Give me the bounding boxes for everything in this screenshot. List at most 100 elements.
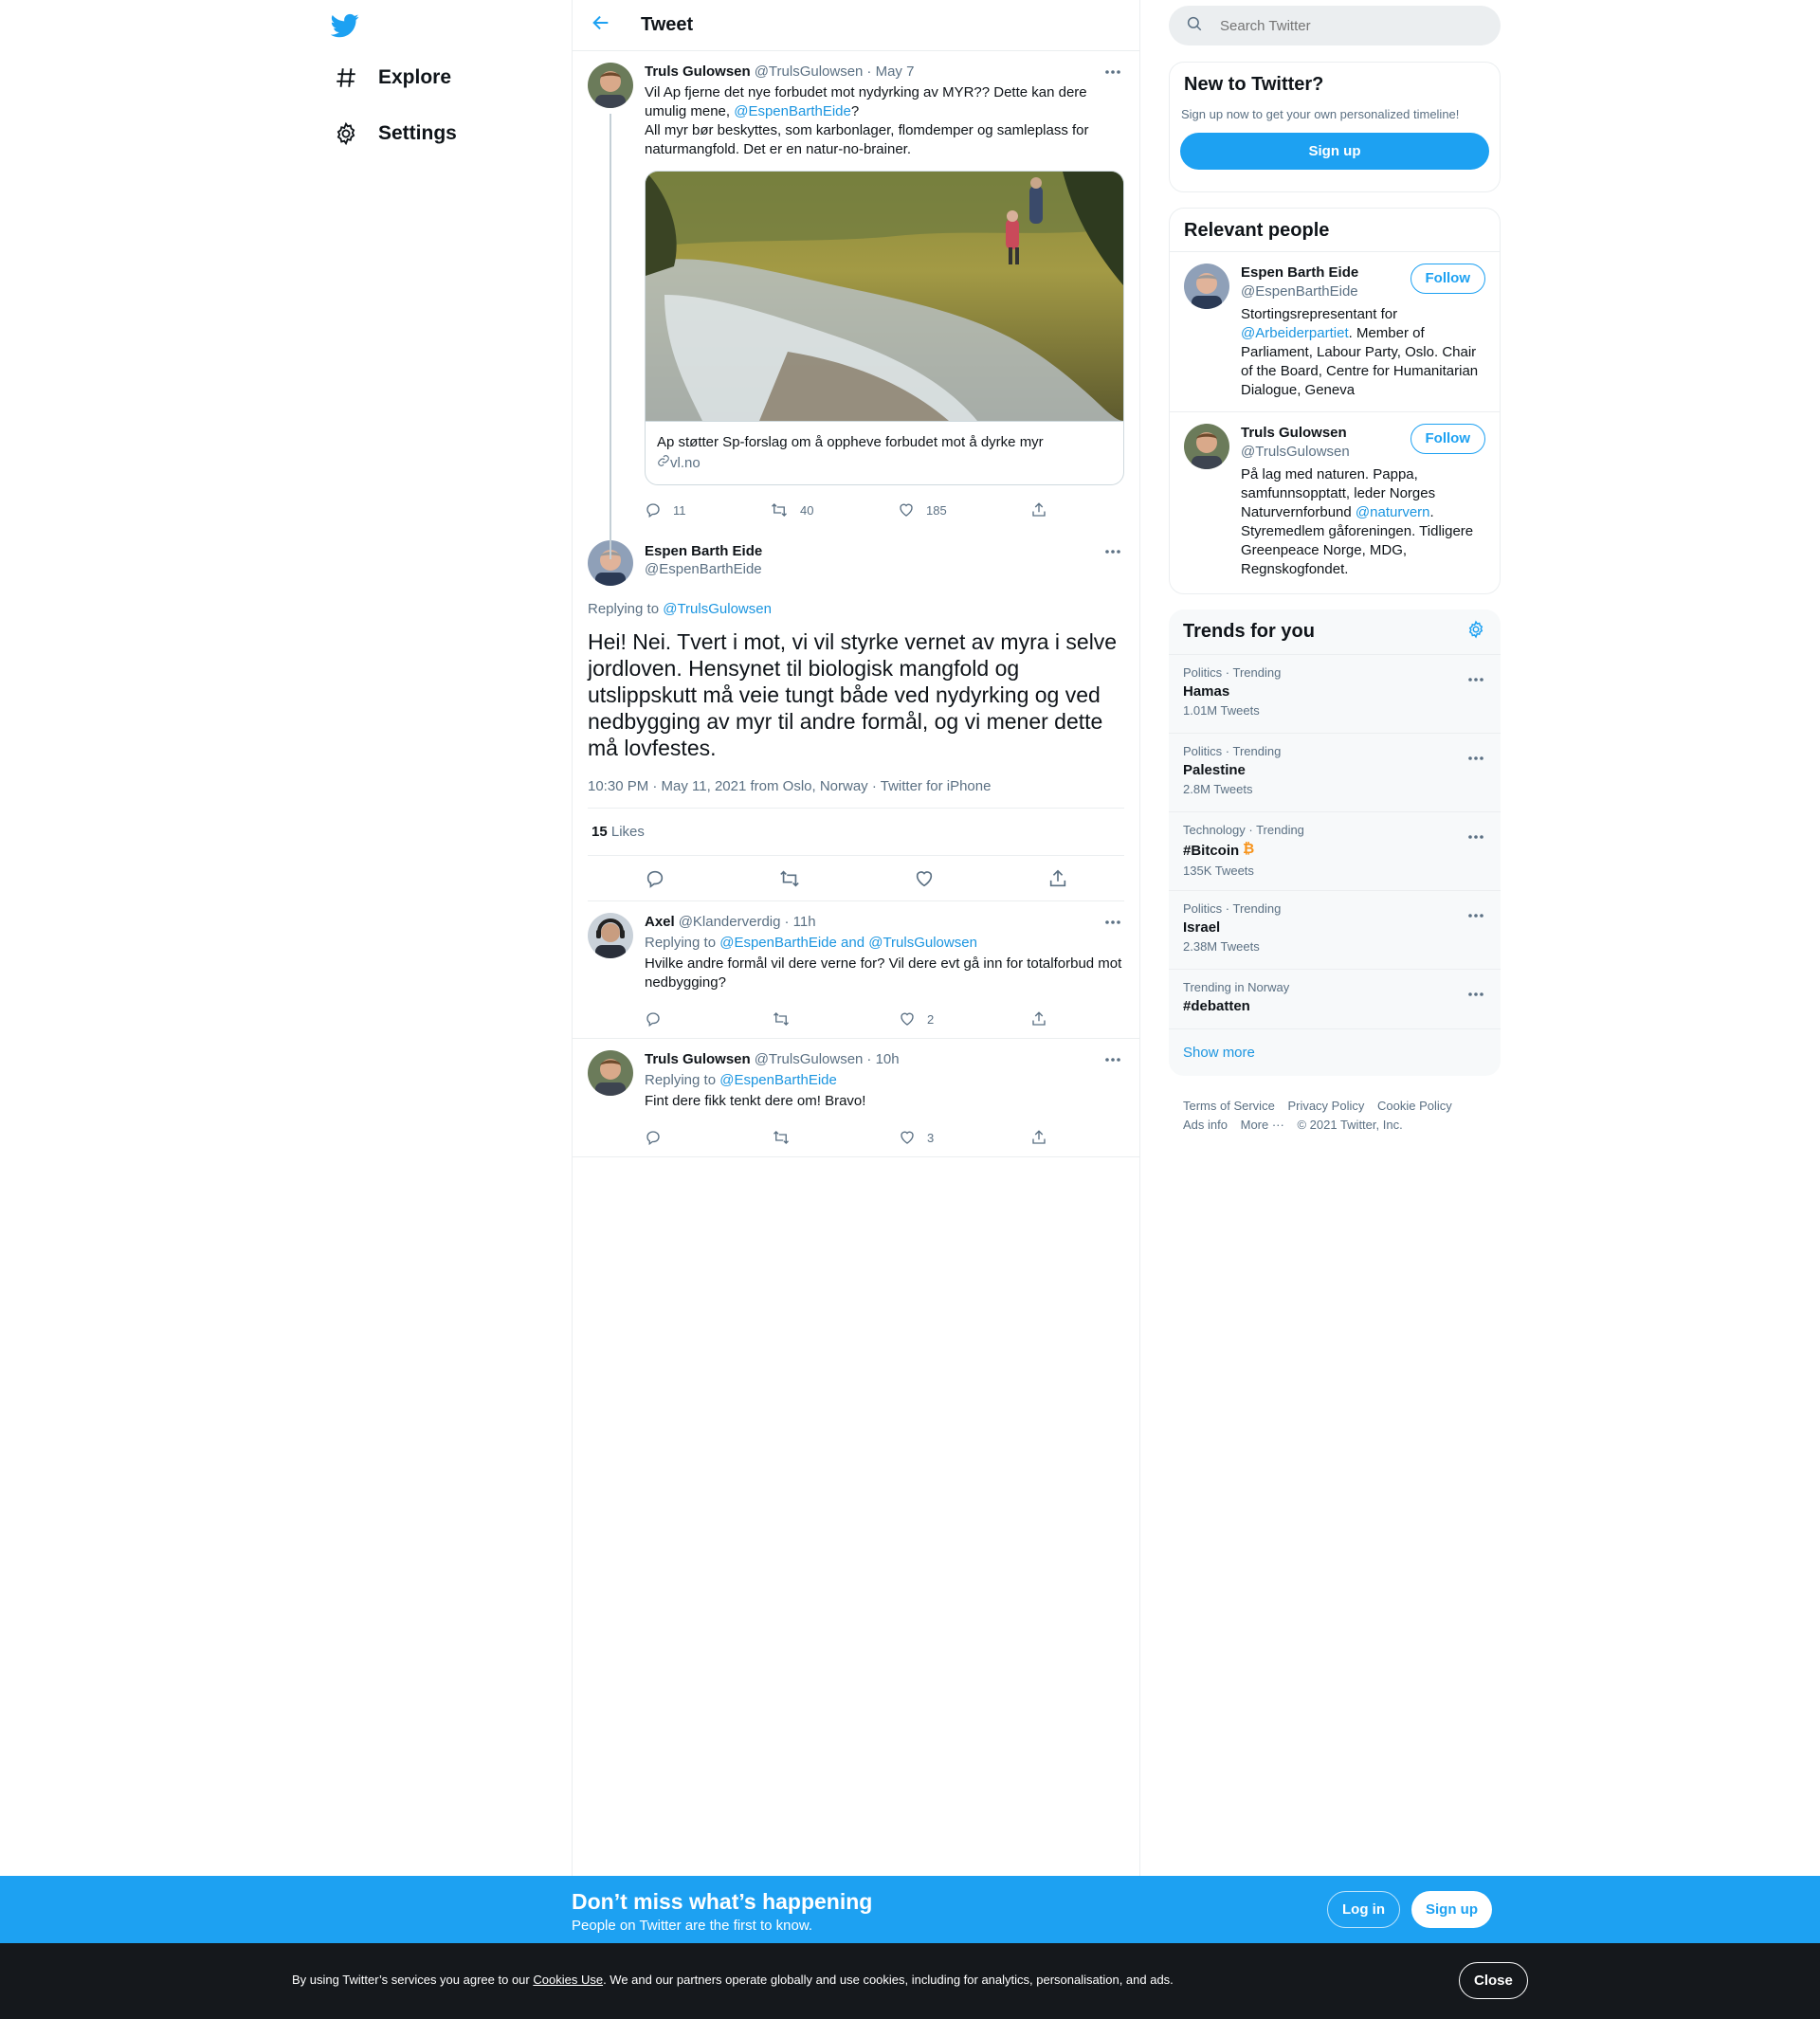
trend-category: Politics · Trending — [1183, 901, 1282, 916]
more-options-button[interactable] — [1101, 913, 1124, 932]
avatar[interactable] — [1184, 264, 1229, 309]
bio-mention-link[interactable]: @Arbeiderpartiet — [1241, 325, 1349, 341]
relevant-people-title: Relevant people — [1184, 220, 1330, 241]
nav-explore[interactable]: Explore — [333, 57, 451, 99]
trend-item[interactable]: Politics · Trending Hamas 1.01M Tweets — [1169, 654, 1501, 733]
author-handle[interactable]: @TrulsGulowsen — [755, 63, 864, 82]
retweet-button[interactable] — [778, 868, 801, 889]
retweet-button[interactable]: 40 — [770, 501, 898, 518]
bio-mention-link[interactable]: @naturvern — [1356, 504, 1430, 520]
trend-item[interactable]: Politics · Trending Israel 2.38M Tweets — [1169, 890, 1501, 969]
bitcoin-icon: ₿ — [1242, 840, 1255, 860]
person-name[interactable]: Espen Barth Eide — [1241, 264, 1358, 282]
tweet-text: Hvilke andre formål vil dere verne for? … — [645, 955, 1122, 991]
trend-name: Hamas — [1183, 683, 1230, 700]
parent-tweet[interactable]: Truls Gulowsen @TrulsGulowsen · May 7 Vi… — [573, 51, 1139, 559]
focal-tweet-text: Hei! Nei. Tvert i mot, vi vil styrke ver… — [588, 629, 1118, 760]
more-options-button[interactable] — [1101, 63, 1124, 82]
replying-to-link[interactable]: @TrulsGulowsen — [663, 601, 772, 617]
person-card[interactable]: Espen Barth Eide @EspenBarthEide Follow … — [1170, 251, 1500, 411]
person-handle[interactable]: @EspenBarthEide — [1241, 282, 1358, 301]
share-button[interactable] — [1030, 1010, 1047, 1028]
person-card[interactable]: Truls Gulowsen @TrulsGulowsen Follow På … — [1170, 411, 1500, 591]
more-options-button[interactable] — [1465, 670, 1487, 689]
like-button[interactable]: 185 — [898, 501, 1030, 518]
cookies-use-link[interactable]: Cookies Use — [533, 1973, 603, 1987]
search-bar[interactable] — [1169, 6, 1501, 45]
search-input[interactable] — [1220, 17, 1466, 34]
author-handle[interactable]: @TrulsGulowsen — [755, 1050, 864, 1069]
trend-item[interactable]: Trending in Norway #debatten — [1169, 969, 1501, 1028]
nav-settings[interactable]: Settings — [333, 113, 457, 155]
mention-link[interactable]: @EspenBarthEide — [734, 103, 851, 119]
card-image — [646, 172, 1123, 421]
retweet-button[interactable] — [772, 1129, 899, 1146]
author-name[interactable]: Espen Barth Eide — [645, 542, 762, 561]
likes-count: 15 — [592, 824, 608, 840]
follow-button[interactable]: Follow — [1410, 424, 1485, 454]
reply-button[interactable] — [645, 868, 665, 889]
reply-tweet[interactable]: Axel @Klanderverdig · 11h Replying to @E… — [573, 901, 1139, 1039]
footer-privacy-link[interactable]: Privacy Policy — [1287, 1099, 1364, 1113]
author-handle[interactable]: @EspenBarthEide — [645, 561, 1124, 577]
twitter-bird-icon[interactable] — [330, 11, 365, 45]
footer-more-link[interactable]: More ··· — [1241, 1118, 1284, 1132]
likes-label: Likes — [607, 824, 645, 840]
footer-cookie-link[interactable]: Cookie Policy — [1377, 1099, 1452, 1113]
like-button[interactable]: 2 — [899, 1010, 1030, 1028]
more-options-button[interactable] — [1101, 1050, 1124, 1069]
follow-button[interactable]: Follow — [1410, 264, 1485, 294]
tweet-time[interactable]: · May 7 — [866, 63, 914, 82]
author-name[interactable]: Truls Gulowsen — [645, 63, 751, 82]
reply-button[interactable]: 11 — [645, 501, 770, 518]
replying-to-link[interactable]: @EspenBarthEide — [719, 1072, 837, 1088]
show-more-link[interactable]: Show more — [1169, 1028, 1501, 1076]
author-name[interactable]: Axel — [645, 913, 675, 932]
avatar[interactable] — [588, 1050, 633, 1096]
trend-item[interactable]: Politics · Trending Palestine 2.8M Tweet… — [1169, 733, 1501, 811]
link-card[interactable]: Ap støtter Sp-forslag om å oppheve forbu… — [645, 171, 1124, 485]
author-handle[interactable]: @Klanderverdig — [679, 913, 781, 932]
avatar[interactable] — [588, 913, 633, 958]
nav-settings-label: Settings — [378, 122, 457, 144]
signup-box-subtitle: Sign up now to get your own personalized… — [1181, 107, 1460, 121]
login-button[interactable]: Log in — [1327, 1891, 1400, 1928]
close-button[interactable]: Close — [1459, 1962, 1528, 1999]
more-options-button[interactable] — [1465, 906, 1487, 925]
retweet-button[interactable] — [772, 1010, 899, 1028]
person-bio: Stortingsrepresentant for @Arbeiderparti… — [1241, 305, 1485, 400]
footer-ads-link[interactable]: Ads info — [1183, 1118, 1228, 1132]
avatar[interactable] — [588, 63, 633, 108]
signup-button[interactable]: Sign up — [1411, 1891, 1492, 1928]
share-button[interactable] — [1030, 501, 1047, 518]
back-button[interactable] — [582, 7, 620, 45]
tweet-time[interactable]: · 11h — [784, 913, 815, 932]
person-name[interactable]: Truls Gulowsen — [1241, 424, 1350, 443]
signup-button[interactable]: Sign up — [1180, 133, 1489, 170]
more-options-button[interactable] — [1465, 985, 1487, 1004]
person-handle[interactable]: @TrulsGulowsen — [1241, 443, 1350, 462]
trend-item[interactable]: Technology · Trending #Bitcoin ₿ 135K Tw… — [1169, 811, 1501, 890]
tweet-text: Fint dere fikk tenkt dere om! Bravo! — [645, 1093, 866, 1109]
replying-to-link[interactable]: @EspenBarthEide and @TrulsGulowsen — [719, 935, 977, 951]
reply-button[interactable] — [645, 1129, 772, 1146]
share-button[interactable] — [1047, 868, 1068, 889]
retweet-count: 40 — [800, 502, 814, 518]
footer-terms-link[interactable]: Terms of Service — [1183, 1099, 1275, 1113]
likes-summary[interactable]: 15 Likes — [588, 809, 1124, 856]
like-button[interactable]: 3 — [899, 1129, 1030, 1146]
share-button[interactable] — [1030, 1129, 1047, 1146]
prompt-title: Don’t miss what’s happening — [572, 1889, 873, 1914]
share-icon — [1032, 502, 1046, 517]
tweet-time[interactable]: · 10h — [866, 1050, 899, 1069]
gear-icon[interactable] — [1466, 620, 1485, 644]
more-options-button[interactable] — [1101, 542, 1124, 561]
reply-button[interactable] — [645, 1010, 772, 1028]
author-name[interactable]: Truls Gulowsen — [645, 1050, 751, 1069]
reply-tweet[interactable]: Truls Gulowsen @TrulsGulowsen · 10h Repl… — [573, 1039, 1139, 1157]
more-options-button[interactable] — [1465, 749, 1487, 768]
tweet-timestamp[interactable]: 10:30 PM · May 11, 2021 from Oslo, Norwa… — [588, 778, 1124, 809]
more-options-button[interactable] — [1465, 828, 1487, 846]
avatar[interactable] — [1184, 424, 1229, 469]
like-button[interactable] — [914, 868, 935, 889]
